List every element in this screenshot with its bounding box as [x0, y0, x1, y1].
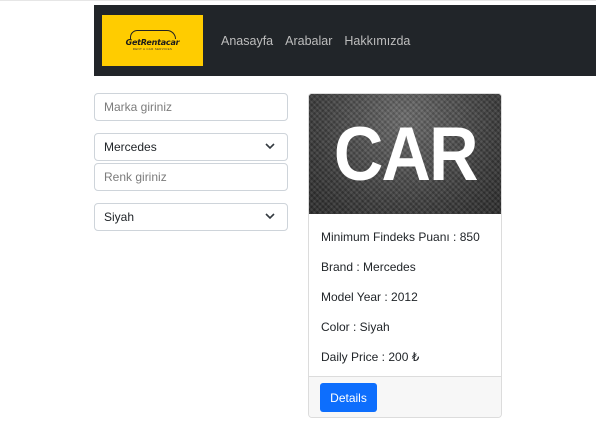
- car-image: CAR: [309, 94, 501, 214]
- brand-select-value: Mercedes: [104, 140, 157, 154]
- chevron-down-icon: [265, 213, 275, 220]
- car-card-body: Minimum Findeks Puanı : 850 Brand : Merc…: [321, 230, 480, 380]
- color-search-field: [94, 163, 288, 191]
- logo-text: GetRentacar: [125, 38, 180, 47]
- details-button[interactable]: Details: [320, 383, 377, 412]
- brand-search-field: [94, 93, 288, 121]
- brand-search-input[interactable]: [104, 100, 274, 114]
- navbar: GetRentacar RENT A CAR SERVICES Anasayfa…: [94, 5, 596, 76]
- nav-link-anasayfa[interactable]: Anasayfa: [221, 34, 273, 48]
- car-card: CAR Minimum Findeks Puanı : 850 Brand : …: [308, 93, 502, 418]
- logo-subtext: RENT A CAR SERVICES: [132, 47, 173, 51]
- car-image-text: CAR: [333, 112, 479, 197]
- color-search-input[interactable]: [104, 170, 274, 184]
- car-color: Color : Siyah: [321, 320, 390, 334]
- car-brand: Brand : Mercedes: [321, 260, 416, 274]
- color-select[interactable]: Siyah: [94, 203, 288, 231]
- car-model-year: Model Year : 2012: [321, 290, 418, 304]
- min-findeks-score: Minimum Findeks Puanı : 850: [321, 230, 480, 244]
- nav-link-arabalar[interactable]: Arabalar: [285, 34, 332, 48]
- color-select-value: Siyah: [104, 210, 135, 224]
- car-card-footer: Details: [309, 376, 501, 417]
- nav-link-hakkimizda[interactable]: Hakkımızda: [344, 34, 410, 48]
- chevron-down-icon: [265, 143, 275, 150]
- nav-links: Anasayfa Arabalar Hakkımızda: [221, 34, 410, 48]
- brand-select[interactable]: Mercedes: [94, 133, 288, 161]
- brand-logo[interactable]: GetRentacar RENT A CAR SERVICES: [102, 15, 203, 66]
